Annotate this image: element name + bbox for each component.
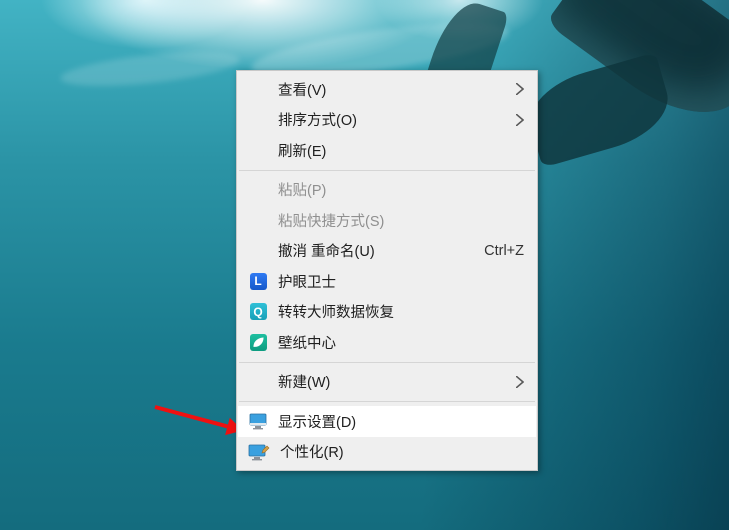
menu-item-label: 查看(V): [278, 79, 516, 100]
blank-icon: [248, 79, 268, 99]
wallpaper-center-icon: [248, 332, 268, 352]
menu-item-label: 转转大师数据恢复: [278, 301, 524, 322]
menu-item-label: 粘贴(P): [278, 179, 524, 200]
menu-item-paste: 粘贴(P): [238, 175, 536, 206]
menu-item-new[interactable]: 新建(W): [238, 367, 536, 398]
menu-item-label: 刷新(E): [278, 140, 524, 161]
menu-item-accelerator: Ctrl+Z: [484, 243, 524, 259]
menu-item-label: 显示设置(D): [278, 411, 524, 432]
menu-item-label: 护眼卫士: [278, 271, 524, 292]
blank-icon: [248, 140, 268, 160]
menu-item-display[interactable]: 显示设置(D): [238, 406, 536, 437]
menu-item-paste-shortcut: 粘贴快捷方式(S): [238, 205, 536, 236]
chevron-right-icon: [516, 114, 524, 126]
menu-item-label: 撤消 重命名(U): [278, 240, 464, 261]
blank-icon: [248, 372, 268, 392]
menu-item-undo-rename[interactable]: 撤消 重命名(U) Ctrl+Z: [238, 236, 536, 267]
data-recovery-icon: Q: [248, 302, 268, 322]
menu-item-label: 新建(W): [278, 371, 516, 392]
menu-item-view[interactable]: 查看(V): [238, 74, 536, 105]
blank-icon: [248, 241, 268, 261]
separator: [239, 170, 535, 171]
menu-item-sort[interactable]: 排序方式(O): [238, 105, 536, 136]
blank-icon: [248, 210, 268, 230]
chevron-right-icon: [516, 83, 524, 95]
blank-icon: [248, 180, 268, 200]
menu-item-refresh[interactable]: 刷新(E): [238, 135, 536, 166]
separator: [239, 401, 535, 402]
menu-item-label: 壁纸中心: [278, 332, 524, 353]
menu-item-data-recovery[interactable]: Q 转转大师数据恢复: [238, 297, 536, 328]
blank-icon: [248, 110, 268, 130]
separator: [239, 362, 535, 363]
menu-item-personalize[interactable]: 个性化(R): [238, 437, 536, 468]
menu-item-label: 排序方式(O): [278, 109, 516, 130]
menu-item-eye-guard[interactable]: L 护眼卫士: [238, 266, 536, 297]
display-icon: [248, 411, 268, 431]
menu-item-label: 粘贴快捷方式(S): [278, 210, 524, 231]
menu-item-label: 个性化(R): [280, 441, 524, 462]
desktop-context-menu: 查看(V) 排序方式(O) 刷新(E) 粘贴(P) 粘贴快捷方式(S) 撤消 重命名(U)…: [236, 70, 538, 471]
eye-guard-icon: L: [248, 271, 268, 291]
chevron-right-icon: [516, 376, 524, 388]
menu-item-wallpaper-center[interactable]: 壁纸中心: [238, 327, 536, 358]
personalize-icon: [248, 442, 270, 462]
